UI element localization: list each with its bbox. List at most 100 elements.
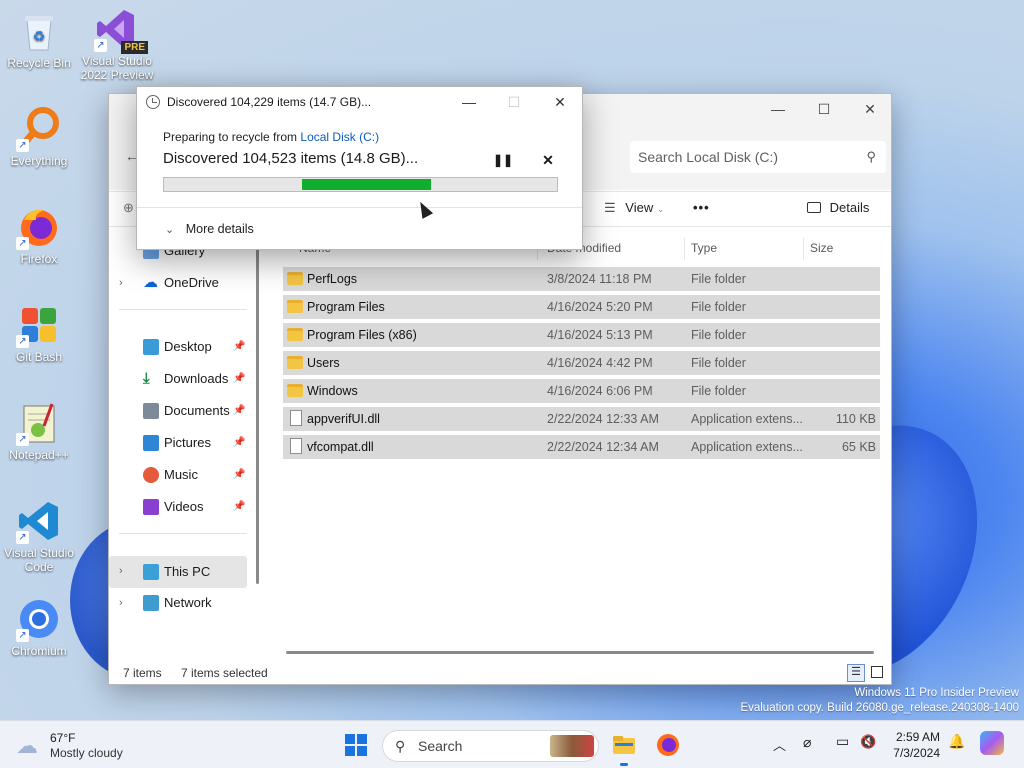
pin-icon[interactable]: 📌 <box>233 364 245 394</box>
close-button[interactable]: ✕ <box>847 94 893 124</box>
git-bash-icon: ↗ <box>16 302 62 348</box>
desktop-icon-label: Firefox <box>20 252 58 266</box>
pause-icon[interactable]: ❚❚ <box>492 150 514 170</box>
desktop-icon-chromium[interactable]: ↗ Chromium <box>0 596 78 658</box>
folder-icon <box>287 272 303 285</box>
nav-item-network[interactable]: › Network <box>109 588 249 618</box>
nav-item-downloads[interactable]: ⤓ Downloads 📌 <box>109 364 249 394</box>
pin-icon[interactable]: 📌 <box>233 428 245 458</box>
pin-icon[interactable]: 📌 <box>233 396 245 426</box>
maximize-button[interactable]: ☐ <box>801 94 847 124</box>
copilot-icon[interactable] <box>980 731 1004 755</box>
vscode-icon: ↗ <box>16 498 62 544</box>
file-name: PerfLogs <box>307 272 358 286</box>
taskbar-file-explorer[interactable] <box>608 729 640 766</box>
nav-item-desktop[interactable]: Desktop 📌 <box>109 332 249 362</box>
column-size[interactable]: Size <box>810 241 833 255</box>
new-icon[interactable]: ⊕ <box>123 200 134 216</box>
nav-item-documents[interactable]: Documents 📌 <box>109 396 249 426</box>
firefox-icon <box>657 734 679 756</box>
everything-search-icon: ↗ <box>16 106 62 152</box>
taskbar-firefox[interactable] <box>652 729 684 761</box>
nav-item-pictures[interactable]: Pictures 📌 <box>109 428 249 458</box>
nav-divider <box>119 533 247 534</box>
pin-icon[interactable]: 📌 <box>233 492 245 522</box>
nav-scrollbar[interactable] <box>256 244 259 584</box>
notification-bell-icon[interactable]: 🔔 <box>948 733 965 750</box>
nav-item-videos[interactable]: Videos 📌 <box>109 492 249 522</box>
clock[interactable]: 2:59 AM 7/3/2024 <box>892 730 940 760</box>
nav-label: Music <box>164 467 198 482</box>
source-link[interactable]: Local Disk (C:) <box>300 130 379 144</box>
shortcut-arrow-icon: ↗ <box>16 629 29 642</box>
taskbar-search[interactable]: ⚲ Search <box>382 730 599 762</box>
folder-icon <box>287 384 303 397</box>
chevron-down-icon: ⌄ <box>656 204 665 214</box>
pictures-icon <box>143 435 159 451</box>
file-row[interactable]: Program Files (x86) 4/16/2024 5:13 PM Fi… <box>283 323 880 347</box>
view-button[interactable]: ☰ View ⌄ <box>604 200 664 216</box>
more-details-label: More details <box>185 222 254 236</box>
file-row[interactable]: Users 4/16/2024 4:42 PM File folder <box>283 351 880 375</box>
desktop-icon-notepad-plus-plus[interactable]: ↗ Notepad++ <box>0 400 78 462</box>
tiles-view-icon[interactable] <box>871 666 883 678</box>
more-options-button[interactable]: ••• <box>693 200 710 215</box>
taskbar: ☁ 67°F Mostly cloudy ⚲ Search ︿ ⌀ ▭ 🔇 2:… <box>0 720 1024 768</box>
dialog-minimize-button[interactable]: — <box>449 89 489 115</box>
minimize-button[interactable]: — <box>755 94 801 124</box>
file-date: 2/22/2024 12:34 AM <box>547 440 659 454</box>
file-row[interactable]: vfcompat.dll 2/22/2024 12:34 AM Applicat… <box>283 435 880 459</box>
desktop-icon-recycle-bin[interactable]: ♻ Recycle Bin <box>0 8 78 70</box>
network-icon <box>143 595 159 611</box>
nav-label: Network <box>164 595 212 610</box>
nav-item-this-pc[interactable]: › This PC <box>109 556 247 588</box>
time: 2:59 AM <box>895 730 940 744</box>
more-details-button[interactable]: ⌄ More details <box>165 222 254 236</box>
weather-desc: Mostly cloudy <box>50 746 123 760</box>
desktop-icon-label: Visual Studio Code <box>4 546 74 574</box>
pre-badge: PRE <box>121 41 148 54</box>
progress-fill <box>301 179 432 190</box>
nav-item-onedrive[interactable]: › ☁ OneDrive <box>109 268 249 298</box>
display-icon[interactable]: ▭ <box>836 733 849 750</box>
evaluation-watermark: Windows 11 Pro Insider Preview Evaluatio… <box>740 686 1019 716</box>
file-row[interactable]: appverifUI.dll 2/22/2024 12:33 AM Applic… <box>283 407 880 431</box>
search-input[interactable]: Search Local Disk (C:) ⚲ <box>630 141 886 173</box>
desktop-icon-visual-studio[interactable]: PRE ↗ Visual Studio 2022 Preview <box>78 6 156 82</box>
start-button[interactable] <box>340 729 372 761</box>
network-disconnected-icon[interactable]: ⌀ <box>803 734 811 751</box>
desktop-icon-git-bash[interactable]: ↗ Git Bash <box>0 302 78 364</box>
cancel-icon[interactable]: ✕ <box>537 150 559 170</box>
horizontal-scrollbar[interactable] <box>286 651 874 654</box>
chevron-right-icon: › <box>119 277 123 289</box>
column-divider[interactable] <box>803 238 804 260</box>
chromium-icon: ↗ <box>16 596 62 642</box>
desktop-icon-firefox[interactable]: ↗ Firefox <box>0 204 78 266</box>
pin-icon[interactable]: 📌 <box>233 460 245 490</box>
desktop-icon-label: Chromium <box>11 644 67 658</box>
file-date: 4/16/2024 5:13 PM <box>547 328 653 342</box>
file-row[interactable]: Windows 4/16/2024 6:06 PM File folder <box>283 379 880 403</box>
notepad-plus-plus-icon: ↗ <box>16 400 62 446</box>
pin-icon[interactable]: 📌 <box>233 332 245 362</box>
windows-logo-icon <box>345 734 367 756</box>
desktop-icon-everything[interactable]: ↗ Everything <box>0 106 78 168</box>
column-divider[interactable] <box>684 238 685 260</box>
chevron-right-icon: › <box>119 565 123 577</box>
chevron-up-icon[interactable]: ︿ <box>773 735 786 754</box>
videos-icon <box>143 499 159 515</box>
details-pane-button[interactable]: Details <box>807 200 869 215</box>
desktop-icon-vscode[interactable]: ↗ Visual Studio Code <box>0 498 78 574</box>
desktop-icon-label: Recycle Bin <box>7 56 71 70</box>
dialog-close-button[interactable]: ✕ <box>540 89 580 115</box>
details-view-icon[interactable]: ☰ <box>847 664 865 682</box>
onedrive-cloud-icon: ☁ <box>143 274 158 291</box>
column-type[interactable]: Type <box>691 241 717 255</box>
file-name: Program Files <box>307 300 385 314</box>
file-type: File folder <box>691 272 746 286</box>
file-row[interactable]: PerfLogs 3/8/2024 11:18 PM File folder <box>283 267 880 291</box>
nav-item-music[interactable]: Music 📌 <box>109 460 249 490</box>
speaker-muted-icon[interactable]: 🔇 <box>860 734 876 750</box>
file-row[interactable]: Program Files 4/16/2024 5:20 PM File fol… <box>283 295 880 319</box>
shortcut-arrow-icon: ↗ <box>16 531 29 544</box>
